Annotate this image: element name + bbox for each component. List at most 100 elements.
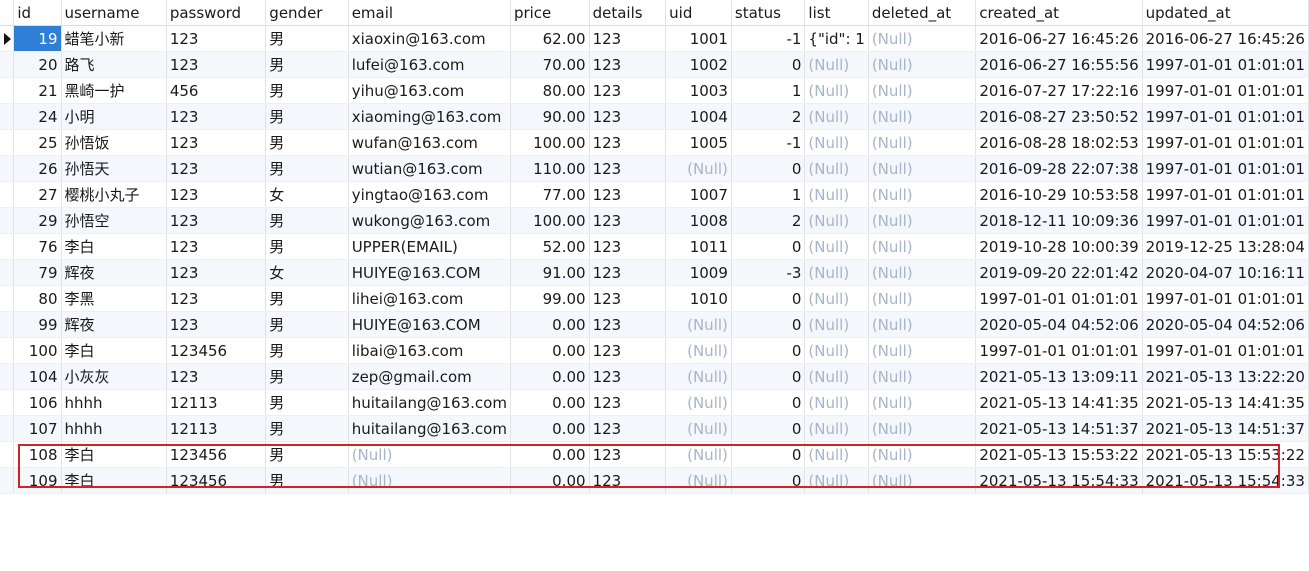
cell-username[interactable]: 辉夜	[61, 311, 167, 338]
cell-created-at[interactable]: 2016-06-27 16:55:56	[975, 51, 1143, 78]
cell-password[interactable]: 456	[166, 77, 267, 104]
row-indicator[interactable]	[0, 129, 15, 156]
cell-details[interactable]: 123	[589, 311, 667, 338]
cell-email[interactable]: HUIYE@163.COM	[348, 259, 511, 286]
cell-deleted-at[interactable]: (Null)	[868, 181, 977, 208]
cell-price[interactable]: 80.00	[510, 77, 590, 104]
cell-price[interactable]: 91.00	[510, 259, 590, 286]
cell-id[interactable]: 21	[13, 77, 62, 104]
cell-deleted-at[interactable]: (Null)	[868, 363, 977, 390]
cell-status[interactable]: 0	[731, 233, 806, 260]
cell-updated-at[interactable]: 1997-01-01 01:01:01	[1142, 51, 1309, 78]
cell-list[interactable]: (Null)	[804, 441, 869, 468]
table-row[interactable]: 107 hhhh 12113 男 huitailang@163.com 0.00 123 (N…	[0, 415, 1309, 442]
cell-id[interactable]: 106	[13, 389, 62, 416]
row-indicator[interactable]	[0, 311, 15, 338]
cell-email[interactable]: wufan@163.com	[348, 129, 511, 156]
cell-details[interactable]: 123	[589, 389, 667, 416]
cell-updated-at[interactable]: 1997-01-01 01:01:01	[1142, 181, 1309, 208]
cell-list[interactable]: (Null)	[804, 129, 869, 156]
cell-deleted-at[interactable]: (Null)	[868, 25, 977, 52]
cell-details[interactable]: 123	[589, 233, 667, 260]
cell-email[interactable]: lufei@163.com	[348, 51, 511, 78]
cell-list[interactable]: (Null)	[804, 337, 869, 364]
cell-uid[interactable]: 1011	[665, 233, 732, 260]
cell-gender[interactable]: 女	[265, 259, 349, 286]
table-row[interactable]: 24 小明 123 男 xiaoming@163.com 90.00 123 1004 2 (Nu…	[0, 103, 1309, 130]
row-indicator[interactable]	[0, 441, 15, 468]
cell-updated-at[interactable]: 2021-05-13 14:51:37	[1142, 415, 1309, 442]
cell-list[interactable]: (Null)	[804, 207, 869, 234]
cell-password[interactable]: 123	[166, 311, 267, 338]
cell-price[interactable]: 0.00	[510, 415, 590, 442]
cell-list[interactable]: {"id": 1	[804, 25, 869, 52]
cell-gender[interactable]: 男	[265, 207, 349, 234]
cell-status[interactable]: 2	[731, 207, 806, 234]
column-header-details[interactable]: details	[589, 0, 667, 26]
cell-list[interactable]: (Null)	[804, 311, 869, 338]
column-header-status[interactable]: status	[731, 0, 806, 26]
cell-password[interactable]: 123	[166, 233, 267, 260]
cell-updated-at[interactable]: 1997-01-01 01:01:01	[1142, 155, 1309, 182]
cell-price[interactable]: 0.00	[510, 441, 590, 468]
cell-price[interactable]: 0.00	[510, 363, 590, 390]
cell-updated-at[interactable]: 1997-01-01 01:01:01	[1142, 337, 1309, 364]
cell-updated-at[interactable]: 2021-05-13 13:22:20	[1142, 363, 1309, 390]
cell-id[interactable]: 24	[13, 103, 62, 130]
cell-id[interactable]: 76	[13, 233, 62, 260]
cell-deleted-at[interactable]: (Null)	[868, 389, 977, 416]
cell-password[interactable]: 123456	[166, 467, 267, 494]
cell-deleted-at[interactable]: (Null)	[868, 415, 977, 442]
cell-deleted-at[interactable]: (Null)	[868, 103, 977, 130]
cell-uid[interactable]: (Null)	[665, 337, 732, 364]
cell-deleted-at[interactable]: (Null)	[868, 233, 977, 260]
cell-password[interactable]: 123	[166, 181, 267, 208]
cell-details[interactable]: 123	[589, 259, 667, 286]
cell-status[interactable]: 2	[731, 103, 806, 130]
cell-password[interactable]: 123	[166, 259, 267, 286]
cell-created-at[interactable]: 2016-08-27 23:50:52	[975, 103, 1143, 130]
cell-details[interactable]: 123	[589, 77, 667, 104]
cell-password[interactable]: 12113	[166, 415, 267, 442]
cell-updated-at[interactable]: 2021-05-13 15:54:33	[1142, 467, 1309, 494]
cell-username[interactable]: 辉夜	[61, 259, 167, 286]
cell-status[interactable]: 0	[731, 467, 806, 494]
data-grid[interactable]: id username password gender email price …	[0, 0, 1309, 494]
cell-status[interactable]: -1	[731, 25, 806, 52]
cell-id[interactable]: 99	[13, 311, 62, 338]
cell-deleted-at[interactable]: (Null)	[868, 51, 977, 78]
column-header-username[interactable]: username	[61, 0, 167, 26]
cell-username[interactable]: 孙悟天	[61, 155, 167, 182]
cell-gender[interactable]: 男	[265, 441, 349, 468]
cell-password[interactable]: 123	[166, 103, 267, 130]
cell-created-at[interactable]: 2018-12-11 10:09:36	[975, 207, 1143, 234]
cell-uid[interactable]: (Null)	[665, 415, 732, 442]
cell-created-at[interactable]: 2016-07-27 17:22:16	[975, 77, 1143, 104]
cell-price[interactable]: 90.00	[510, 103, 590, 130]
cell-username[interactable]: 孙悟空	[61, 207, 167, 234]
cell-password[interactable]: 12113	[166, 389, 267, 416]
cell-list[interactable]: (Null)	[804, 415, 869, 442]
cell-details[interactable]: 123	[589, 441, 667, 468]
cell-updated-at[interactable]: 1997-01-01 01:01:01	[1142, 77, 1309, 104]
cell-status[interactable]: 0	[731, 389, 806, 416]
column-header-uid[interactable]: uid	[665, 0, 732, 26]
cell-created-at[interactable]: 2021-05-13 14:51:37	[975, 415, 1143, 442]
cell-price[interactable]: 52.00	[510, 233, 590, 260]
cell-email[interactable]: xiaoming@163.com	[348, 103, 511, 130]
cell-password[interactable]: 123	[166, 51, 267, 78]
cell-deleted-at[interactable]: (Null)	[868, 311, 977, 338]
cell-id[interactable]: 26	[13, 155, 62, 182]
cell-email[interactable]: xiaoxin@163.com	[348, 25, 511, 52]
cell-deleted-at[interactable]: (Null)	[868, 77, 977, 104]
cell-price[interactable]: 100.00	[510, 207, 590, 234]
cell-gender[interactable]: 男	[265, 51, 349, 78]
cell-created-at[interactable]: 2021-05-13 13:09:11	[975, 363, 1143, 390]
row-indicator[interactable]	[0, 337, 15, 364]
row-indicator[interactable]	[0, 259, 15, 286]
cell-details[interactable]: 123	[589, 103, 667, 130]
cell-status[interactable]: -1	[731, 129, 806, 156]
row-indicator[interactable]	[0, 103, 15, 130]
cell-username[interactable]: hhhh	[61, 415, 167, 442]
table-row[interactable]: 19 蜡笔小新 123 男 xiaoxin@163.com 62.00 123 1001 -1{…	[0, 25, 1309, 52]
